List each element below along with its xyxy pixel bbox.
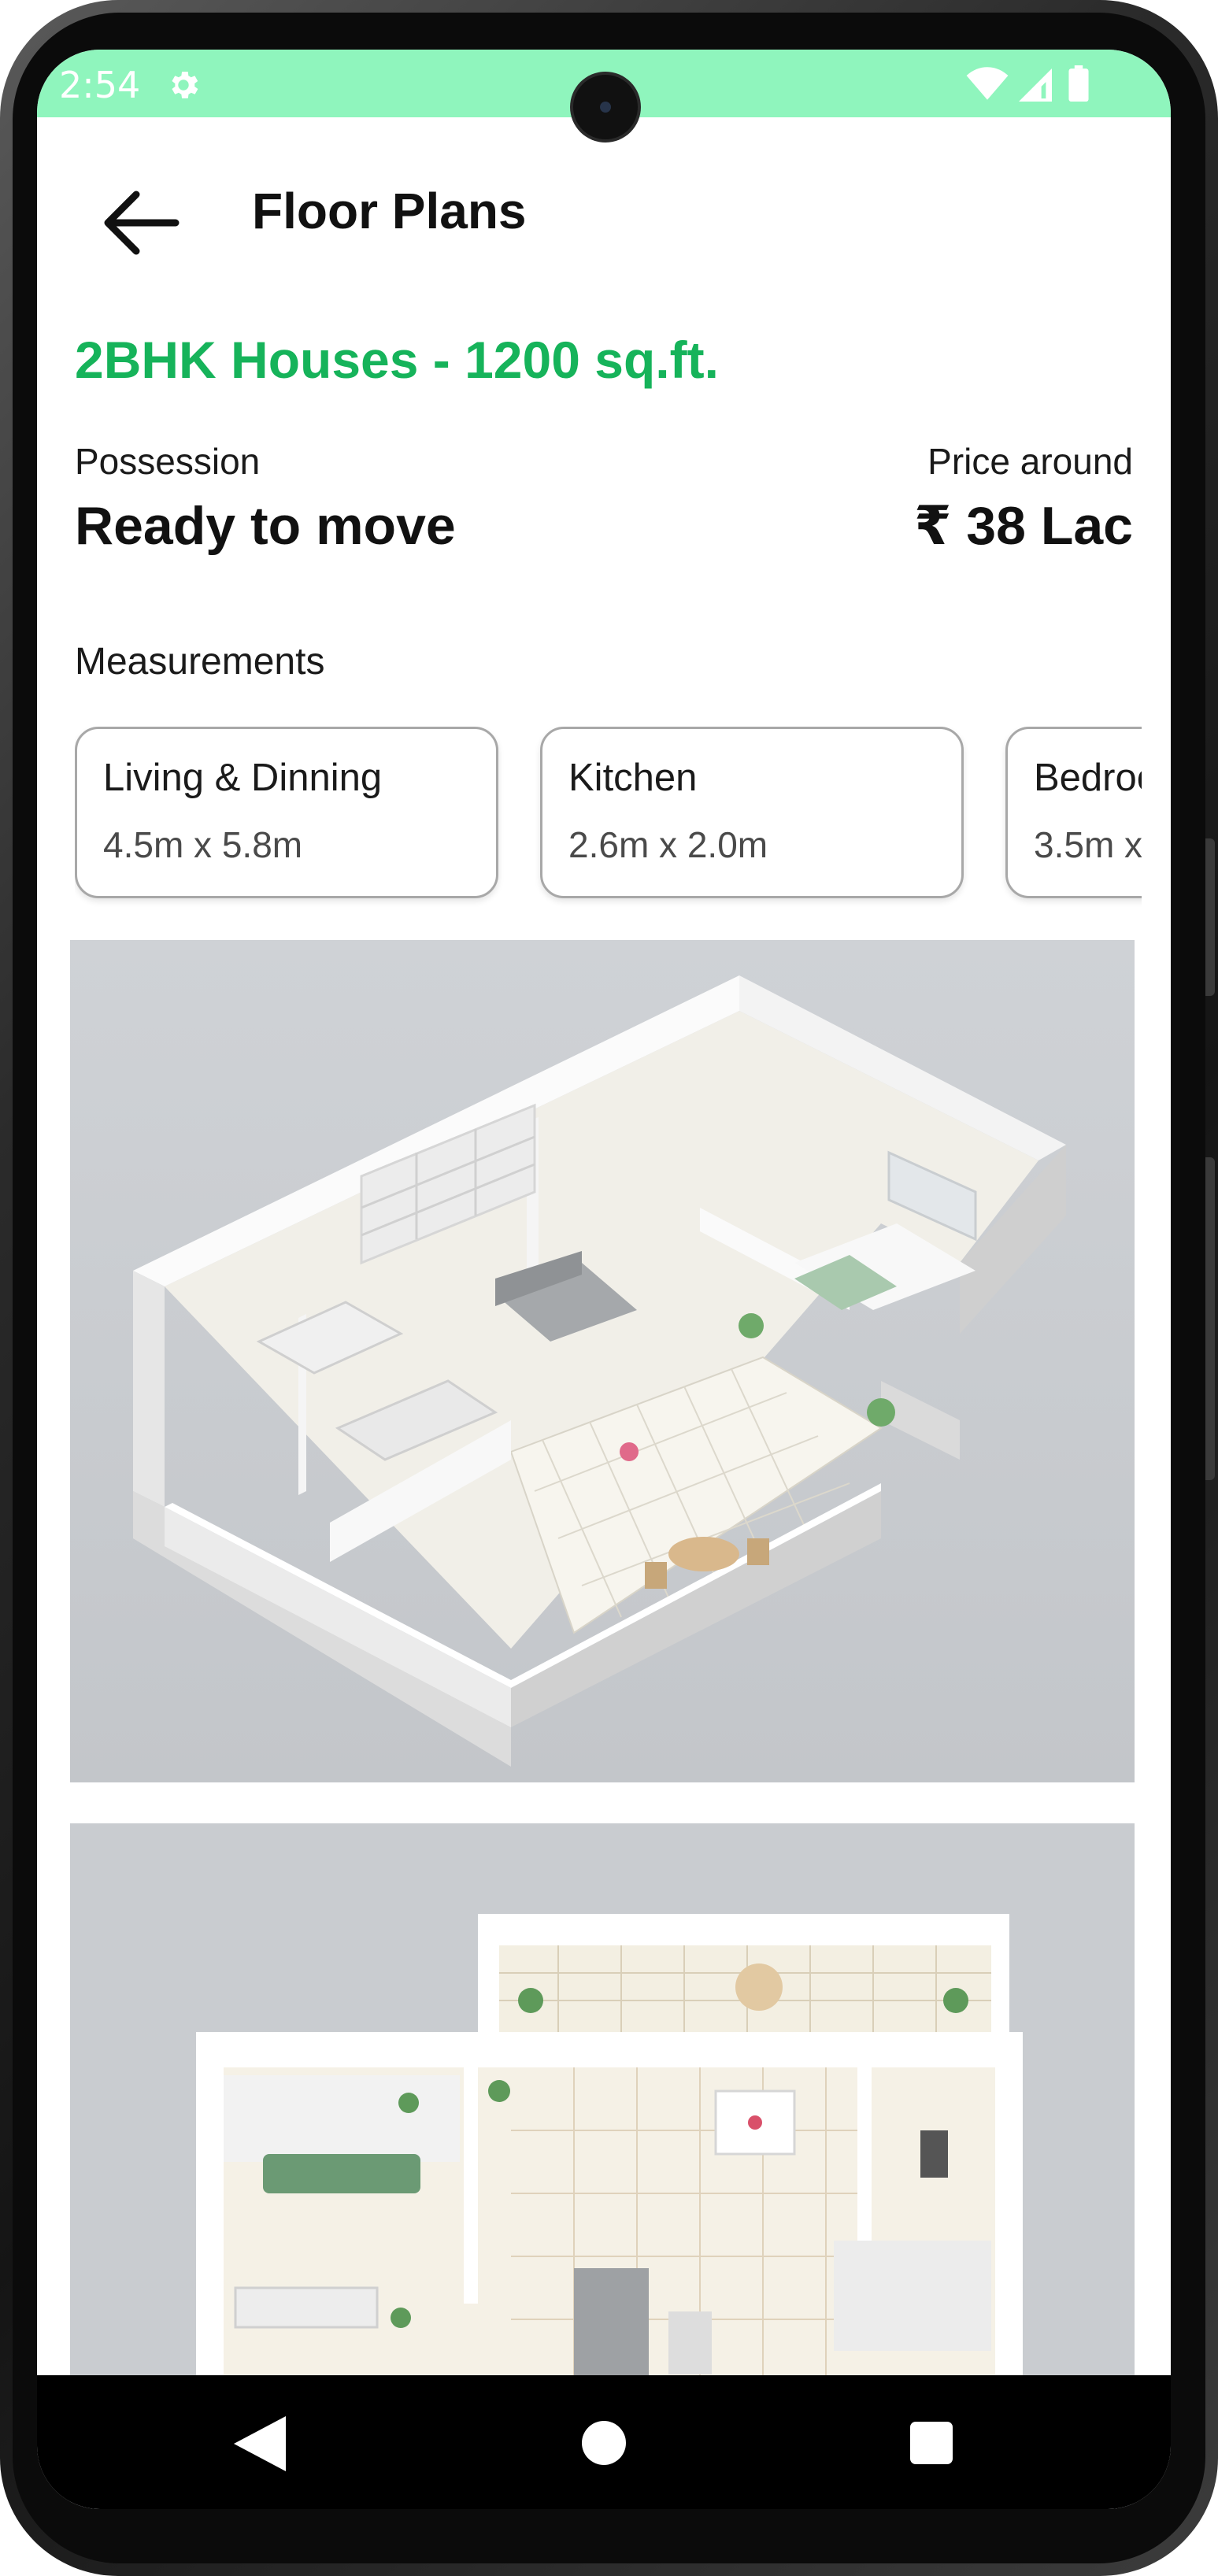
- arrow-left-icon[interactable]: [100, 187, 187, 258]
- volume-button: [1205, 1157, 1215, 1480]
- status-time: 2:54: [59, 64, 141, 106]
- room-size: 3.5m x: [1034, 824, 1142, 865]
- listing-title: 2BHK Houses - 1200 sq.ft.: [75, 331, 719, 389]
- possession-label: Possession: [75, 441, 261, 482]
- measurement-card-kitchen[interactable]: Kitchen 2.6m x 2.0m: [540, 727, 964, 898]
- recents-square-icon[interactable]: [910, 2422, 953, 2464]
- room-name: Bedroom: [1034, 757, 1142, 799]
- wifi-icon: [966, 67, 1009, 100]
- back-triangle-icon[interactable]: [234, 2416, 286, 2471]
- app-screen: 2:54 Floor Plans 2BHK Houses - 1200 sq.f…: [37, 50, 1171, 2509]
- phone-frame: 2:54 Floor Plans 2BHK Houses - 1200 sq.f…: [0, 0, 1218, 2576]
- status-bar: 2:54: [37, 50, 1171, 139]
- measurement-cards-scroller[interactable]: Living & Dinning 4.5m x 5.8m Kitchen 2.6…: [75, 727, 1142, 908]
- system-nav-bar: [37, 2375, 1171, 2509]
- room-size: 4.5m x 5.8m: [103, 824, 303, 865]
- measurements-label: Measurements: [75, 641, 325, 683]
- room-name: Living & Dinning: [103, 757, 383, 799]
- floor-plan-isometric-image[interactable]: [70, 940, 1135, 1782]
- price-label: Price around: [927, 441, 1133, 482]
- front-camera: [573, 75, 638, 139]
- battery-icon: [1068, 65, 1089, 102]
- power-button: [1205, 838, 1215, 996]
- gear-icon: [172, 72, 198, 98]
- page-title: Floor Plans: [252, 183, 527, 239]
- possession-value: Ready to move: [75, 496, 456, 556]
- home-circle-icon[interactable]: [582, 2421, 626, 2465]
- measurement-card-bedroom[interactable]: Bedroom 3.5m x: [1005, 727, 1142, 898]
- price-value: ₹ 38 Lac: [914, 496, 1133, 556]
- room-name: Kitchen: [568, 757, 698, 799]
- room-size: 2.6m x 2.0m: [568, 824, 768, 865]
- measurement-card-living[interactable]: Living & Dinning 4.5m x 5.8m: [75, 727, 498, 898]
- signal-icon: [1019, 68, 1052, 102]
